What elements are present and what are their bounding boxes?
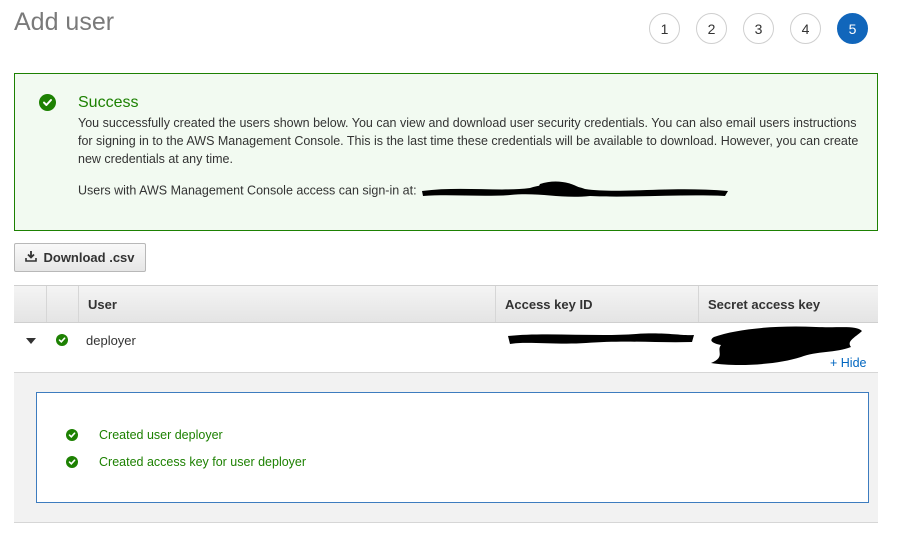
wizard-steps: 1 2 3 4 5 (649, 13, 868, 44)
row-details-panel: Created user deployer Created access key… (14, 373, 878, 523)
success-alert: Success You successfully created the use… (14, 73, 878, 231)
redacted-access-key-id (508, 333, 694, 344)
page-title: Add user (14, 8, 115, 36)
download-icon (25, 250, 38, 265)
detail-check-icon (66, 429, 78, 441)
header-status (46, 286, 78, 322)
table-row: deployer + Hide (14, 323, 878, 373)
download-csv-button[interactable]: Download .csv (14, 243, 146, 272)
hide-secret-link[interactable]: + Hide (830, 356, 867, 370)
detail-item-text: Created user deployer (99, 428, 223, 442)
step-3: 3 (743, 13, 774, 44)
expand-caret-icon[interactable] (26, 338, 36, 344)
users-table: User Access key ID Secret access key dep… (14, 285, 878, 523)
header-expand (14, 286, 46, 322)
step-2: 2 (696, 13, 727, 44)
details-box: Created user deployer Created access key… (36, 392, 869, 503)
step-5: 5 (837, 13, 868, 44)
header-user[interactable]: User (78, 286, 495, 322)
step-4: 4 (790, 13, 821, 44)
step-1: 1 (649, 13, 680, 44)
hide-link-label: Hide (840, 356, 867, 370)
detail-item: Created user deployer (66, 428, 223, 442)
success-title: Success (78, 94, 139, 111)
row-user-name: deployer (86, 333, 136, 348)
detail-check-icon (66, 456, 78, 468)
detail-item-text: Created access key for user deployer (99, 455, 307, 469)
table-header: User Access key ID Secret access key (14, 285, 878, 323)
success-check-icon (39, 94, 56, 111)
success-message: You successfully created the users shown… (78, 116, 859, 166)
header-access-key-id[interactable]: Access key ID (495, 286, 698, 322)
detail-item: Created access key for user deployer (66, 455, 306, 469)
header-secret-access-key[interactable]: Secret access key (698, 286, 878, 322)
download-csv-label: Download .csv (43, 250, 135, 265)
signin-line: Users with AWS Management Console access… (78, 180, 732, 202)
row-status-check-icon (56, 334, 68, 346)
signin-label: Users with AWS Management Console access… (78, 183, 417, 198)
redacted-signin-url (422, 181, 729, 197)
